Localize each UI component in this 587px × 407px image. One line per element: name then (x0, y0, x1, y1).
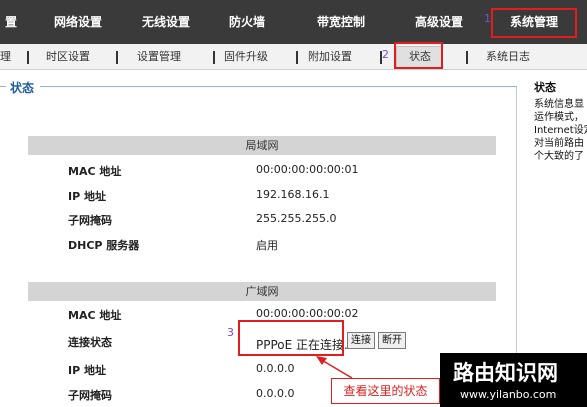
subnav-separator (466, 51, 468, 64)
watermark-title: 路由知识网 (453, 361, 558, 385)
subnav-item-timezone[interactable]: 时区设置 (46, 44, 90, 70)
lan-ip-value: 192.168.16.1 (256, 188, 330, 201)
page-title: 状态 (10, 81, 35, 95)
topnav-item-firewall[interactable]: 防火墙 (212, 0, 282, 44)
help-line: 个大致的了 (534, 151, 584, 162)
topnav-item-bandwidth[interactable]: 带宽控制 (298, 0, 384, 44)
lan-dhcp-value: 启用 (256, 239, 278, 252)
lan-mask-value: 255.255.255.0 (256, 212, 337, 225)
topnav-item-network[interactable]: 网络设置 (38, 0, 118, 44)
annotation-number-1: 1 (484, 12, 491, 25)
topnav-item-partial[interactable]: 置 (0, 0, 22, 44)
lan-ip-label: IP 地址 (68, 190, 106, 203)
lan-section-heading: 局域网 (28, 136, 496, 155)
subnav-item-partial[interactable]: 理 (0, 44, 11, 70)
watermark: 路由知识网 www.yilanbo.com (440, 353, 587, 407)
annotation-callout: 查看这里的状态 (331, 378, 440, 404)
sub-nav: 理 时区设置 设置管理 固件升级 附加设置 状态 系统日志 (0, 44, 587, 70)
wan-mask-value: 0.0.0.0 (256, 387, 295, 400)
subnav-item-addon[interactable]: 附加设置 (308, 44, 352, 70)
wan-mac-value: 00:00:00:00:00:02 (256, 307, 359, 320)
annotation-number-3: 3 (227, 326, 234, 339)
highlight-box-system (491, 8, 577, 38)
wan-section-heading: 广域网 (28, 282, 496, 301)
title-rule-left (0, 86, 6, 87)
subnav-item-config[interactable]: 设置管理 (137, 44, 181, 70)
subnav-separator (116, 51, 118, 64)
connect-button[interactable]: 连接 (347, 332, 375, 349)
subnav-separator (27, 51, 29, 64)
title-rule (40, 86, 517, 87)
subnav-item-firmware[interactable]: 固件升级 (224, 44, 268, 70)
wan-mac-label: MAC 地址 (68, 309, 122, 322)
topnav-item-advanced[interactable]: 高级设置 (398, 0, 480, 44)
highlight-box-connection-status (238, 320, 344, 356)
lan-mac-label: MAC 地址 (68, 165, 122, 178)
annotation-number-2: 2 (382, 48, 389, 61)
lan-dhcp-label: DHCP 服务器 (68, 239, 140, 252)
disconnect-button[interactable]: 断开 (378, 332, 406, 349)
wan-status-label: 连接状态 (68, 336, 112, 349)
highlight-box-status (394, 42, 443, 69)
wan-ip-value: 0.0.0.0 (256, 362, 295, 375)
wan-mask-label: 子网掩码 (68, 389, 112, 402)
wan-ip-label: IP 地址 (68, 364, 106, 377)
subnav-item-syslog[interactable]: 系统日志 (486, 44, 530, 70)
topnav-item-wireless[interactable]: 无线设置 (126, 0, 206, 44)
watermark-url: www.yilanbo.com (460, 388, 557, 401)
lan-mac-value: 00:00:00:00:00:01 (256, 163, 359, 176)
subnav-separator (213, 51, 215, 64)
lan-mask-label: 子网掩码 (68, 214, 112, 227)
subnav-separator (296, 51, 298, 64)
help-title: 状态 (534, 81, 556, 94)
